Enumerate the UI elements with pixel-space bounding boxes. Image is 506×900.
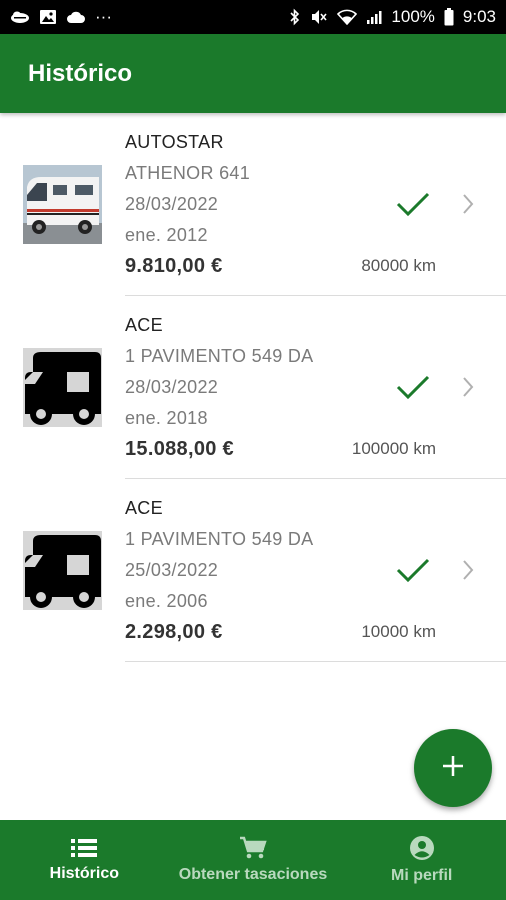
item-details: ACE 1 PAVIMENTO 549 DA 25/03/2022 ene. 2… <box>125 497 313 652</box>
signal-icon <box>366 9 382 25</box>
plus-icon <box>441 754 465 783</box>
list-icon <box>70 837 98 859</box>
item-model: 1 PAVIMENTO 549 DA <box>125 346 314 366</box>
item-date: 25/03/2022 <box>125 560 219 580</box>
status-bar: ··· 100% 9:03 <box>0 0 506 34</box>
motorhome-icon <box>23 348 102 427</box>
account-circle-icon <box>409 835 435 861</box>
nav-label: Mi perfil <box>391 867 453 884</box>
item-model: 1 PAVIMENTO 549 DA <box>125 529 314 549</box>
more-notifications: ··· <box>95 7 112 26</box>
status-left: ··· <box>10 7 112 27</box>
nav-item-mi-perfil[interactable]: Mi perfil <box>337 820 506 900</box>
page-title: Histórico <box>28 59 133 87</box>
nav-label: Histórico <box>49 865 119 882</box>
item-km: 10000 km <box>361 622 436 641</box>
battery-icon <box>444 8 454 26</box>
item-model: ATHENOR 641 <box>125 163 251 183</box>
item-registration: ene. 2018 <box>125 408 208 428</box>
check-icon <box>396 191 430 222</box>
cloud-weather-icon <box>10 10 30 24</box>
battery-percent: 100% <box>391 7 435 26</box>
status-right: 100% 9:03 <box>289 7 496 27</box>
item-date: 28/03/2022 <box>125 377 219 397</box>
chevron-right-icon <box>461 376 475 403</box>
list-item[interactable]: ACE 1 PAVIMENTO 549 DA 25/03/2022 ene. 2… <box>0 479 506 662</box>
divider <box>125 661 506 662</box>
clock: 9:03 <box>462 7 496 26</box>
item-km: 100000 km <box>351 439 436 458</box>
camper-photo <box>23 165 102 244</box>
item-registration: ene. 2006 <box>125 591 208 611</box>
list-item[interactable]: AUTOSTAR ATHENOR 641 28/03/2022 ene. 201… <box>0 113 506 296</box>
chevron-right-icon <box>461 193 475 220</box>
nav-item-historico[interactable]: Histórico <box>0 820 169 900</box>
item-price: 9.810,00 € <box>125 255 223 277</box>
item-date: 28/03/2022 <box>125 194 219 214</box>
nav-item-obtener-tasaciones[interactable]: Obtener tasaciones <box>169 820 338 900</box>
mute-icon <box>310 8 328 26</box>
item-price: 2.298,00 € <box>125 621 223 643</box>
item-registration: ene. 2012 <box>125 225 208 245</box>
item-details: ACE 1 PAVIMENTO 549 DA 28/03/2022 ene. 2… <box>125 314 313 469</box>
valuation-history-list: AUTOSTAR ATHENOR 641 28/03/2022 ene. 201… <box>0 113 506 662</box>
item-brand: ACE <box>125 498 163 518</box>
cart-icon <box>239 836 267 860</box>
bluetooth-icon <box>289 8 301 26</box>
item-price: 15.088,00 € <box>125 438 234 460</box>
motorhome-icon <box>23 531 102 610</box>
wifi-icon <box>337 9 358 25</box>
bottom-navigation: Histórico Obtener tasaciones Mi perfil <box>0 820 506 900</box>
app-bar: Histórico <box>0 34 506 113</box>
gallery-icon <box>39 9 57 25</box>
add-valuation-button[interactable] <box>414 729 492 807</box>
nav-label: Obtener tasaciones <box>178 866 328 883</box>
item-brand: AUTOSTAR <box>125 132 224 152</box>
list-item[interactable]: ACE 1 PAVIMENTO 549 DA 28/03/2022 ene. 2… <box>0 296 506 479</box>
check-icon <box>396 557 430 588</box>
item-details: AUTOSTAR ATHENOR 641 28/03/2022 ene. 201… <box>125 131 250 286</box>
chevron-right-icon <box>461 559 475 586</box>
cloud-icon <box>66 10 86 24</box>
item-km: 80000 km <box>361 256 436 275</box>
check-icon <box>396 374 430 405</box>
item-brand: ACE <box>125 315 163 335</box>
